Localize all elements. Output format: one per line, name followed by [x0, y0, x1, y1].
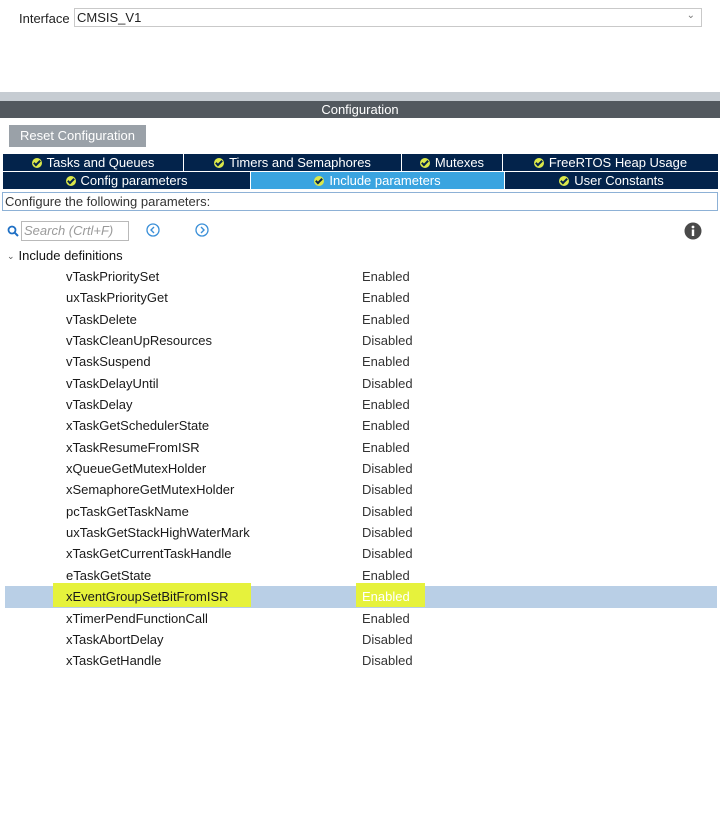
next-icon[interactable]	[195, 223, 209, 237]
param-row[interactable]: xQueueGetMutexHolder Disabled	[0, 458, 720, 479]
param-value[interactable]: Enabled	[362, 312, 410, 327]
configuration-header: Configuration	[0, 101, 720, 118]
tab-tasks-and-queues[interactable]: Tasks and Queues	[3, 154, 184, 171]
param-name: xTaskResumeFromISR	[66, 439, 200, 455]
param-name: vTaskSuspend	[66, 354, 151, 370]
check-icon	[214, 158, 225, 168]
param-row[interactable]: uxTaskGetStackHighWaterMark Disabled	[0, 522, 720, 543]
param-value[interactable]: Enabled	[362, 397, 410, 412]
param-value[interactable]: Enabled	[362, 354, 410, 369]
param-name: vTaskCleanUpResources	[66, 333, 212, 349]
check-icon	[314, 176, 325, 186]
param-row[interactable]: vTaskCleanUpResources Disabled	[0, 330, 720, 351]
param-value[interactable]: Disabled	[362, 376, 413, 391]
param-row[interactable]: xSemaphoreGetMutexHolder Disabled	[0, 479, 720, 500]
param-name: eTaskGetState	[66, 567, 152, 583]
tab-label: Mutexes	[434, 155, 485, 170]
tab-label: Tasks and Queues	[46, 155, 155, 170]
tab-mutexes[interactable]: Mutexes	[402, 154, 503, 171]
param-name: xQueueGetMutexHolder	[66, 461, 207, 477]
interface-value: CMSIS_V1	[77, 10, 142, 25]
chevron-down-icon: ⌄	[686, 10, 695, 21]
tab-label: Config parameters	[80, 173, 188, 188]
check-icon	[533, 158, 544, 168]
param-value[interactable]: Enabled	[362, 568, 410, 583]
param-name: xTimerPendFunctionCall	[66, 610, 208, 626]
param-value[interactable]: Enabled	[362, 589, 410, 604]
tab-user-constants[interactable]: User Constants	[505, 172, 718, 189]
param-name: xEventGroupSetBitFromISR	[66, 589, 229, 605]
param-value[interactable]: Enabled	[362, 269, 410, 284]
param-name: xTaskGetCurrentTaskHandle	[66, 546, 232, 562]
param-name: vTaskDelete	[66, 311, 137, 327]
tab-label: Timers and Semaphores	[229, 155, 371, 170]
tab-label: User Constants	[574, 173, 664, 188]
param-value[interactable]: Enabled	[362, 290, 410, 305]
check-icon	[65, 176, 76, 186]
param-value[interactable]: Disabled	[362, 482, 413, 497]
tab-timers-and-semaphores[interactable]: Timers and Semaphores	[184, 154, 402, 171]
param-row[interactable]: xTaskGetSchedulerState Enabled	[0, 415, 720, 436]
check-icon	[31, 158, 42, 168]
param-value[interactable]: Enabled	[362, 418, 410, 433]
param-row[interactable]: xTaskResumeFromISR Enabled	[0, 437, 720, 458]
param-value[interactable]: Disabled	[362, 525, 413, 540]
tabs-row-2: Config parameters Include parameters Use…	[3, 172, 718, 189]
info-icon[interactable]	[684, 222, 702, 240]
tab-label: Include parameters	[329, 173, 441, 188]
tabs-row-1: Tasks and Queues Timers and Semaphores M…	[3, 154, 718, 171]
param-row[interactable]: xTimerPendFunctionCall Enabled	[0, 608, 720, 629]
check-icon	[419, 158, 430, 168]
param-row[interactable]: vTaskPrioritySet Enabled	[0, 266, 720, 287]
param-name: uxTaskGetStackHighWaterMark	[66, 525, 250, 541]
tab-freertos-heap-usage[interactable]: FreeRTOS Heap Usage	[503, 154, 718, 171]
param-name: vTaskDelayUntil	[66, 375, 159, 391]
param-value[interactable]: Disabled	[362, 504, 413, 519]
param-row[interactable]: xTaskGetCurrentTaskHandle Disabled	[0, 543, 720, 564]
panel-separator[interactable]	[0, 92, 720, 101]
param-value[interactable]: Disabled	[362, 461, 413, 476]
param-row[interactable]: vTaskDelete Enabled	[0, 309, 720, 330]
param-name: xTaskAbortDelay	[66, 631, 164, 647]
param-row-selected[interactable]: xEventGroupSetBitFromISR Enabled	[5, 583, 717, 608]
check-icon	[559, 176, 570, 186]
configure-description: Configure the following parameters:	[2, 192, 718, 211]
param-row[interactable]: vTaskDelay Enabled	[0, 394, 720, 415]
tab-config-parameters[interactable]: Config parameters	[3, 172, 251, 189]
param-name: xSemaphoreGetMutexHolder	[66, 482, 235, 498]
param-name: xTaskGetSchedulerState	[66, 418, 210, 434]
interface-label: Interface	[19, 11, 70, 26]
param-name: uxTaskPriorityGet	[66, 290, 168, 306]
tree-group-label: Include definitions	[18, 248, 123, 263]
param-value[interactable]: Disabled	[362, 632, 413, 647]
param-row[interactable]: xTaskAbortDelay Disabled	[0, 629, 720, 650]
tab-include-parameters[interactable]: Include parameters	[251, 172, 505, 189]
tab-label: FreeRTOS Heap Usage	[548, 155, 688, 170]
reset-configuration-button[interactable]: Reset Configuration	[9, 125, 146, 147]
param-row[interactable]: vTaskSuspend Enabled	[0, 351, 720, 372]
param-value[interactable]: Enabled	[362, 440, 410, 455]
chevron-down-icon[interactable]: ⌄	[7, 251, 15, 262]
param-row[interactable]: uxTaskPriorityGet Enabled	[0, 287, 720, 308]
param-row[interactable]: vTaskDelayUntil Disabled	[0, 373, 720, 394]
param-name: vTaskDelay	[66, 397, 133, 413]
param-name: xTaskGetHandle	[66, 653, 162, 669]
parameter-list: vTaskPrioritySet Enabled uxTaskPriorityGe…	[0, 266, 720, 672]
param-value[interactable]: Disabled	[362, 653, 413, 668]
param-value[interactable]: Disabled	[362, 546, 413, 561]
interface-select[interactable]: CMSIS_V1 ⌄	[74, 8, 702, 27]
param-name: pcTaskGetTaskName	[66, 503, 189, 519]
tree-group-include-definitions[interactable]: ⌄ Include definitions	[7, 248, 123, 263]
param-value[interactable]: Enabled	[362, 611, 410, 626]
param-value[interactable]: Disabled	[362, 333, 413, 348]
param-name: vTaskPrioritySet	[66, 269, 160, 284]
previous-icon[interactable]	[146, 223, 160, 237]
search-input[interactable]: Search (Crtl+F)	[21, 221, 129, 241]
param-row[interactable]: pcTaskGetTaskName Disabled	[0, 501, 720, 522]
param-row[interactable]: xTaskGetHandle Disabled	[0, 650, 720, 671]
search-icon[interactable]	[7, 225, 19, 237]
